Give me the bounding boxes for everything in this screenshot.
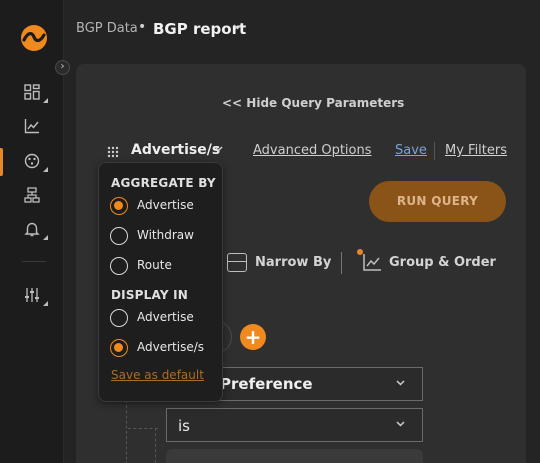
filter-tree-connector — [155, 428, 156, 463]
save-as-default-link[interactable]: Save as default — [111, 368, 204, 382]
link-divider — [434, 142, 435, 160]
chart-icon[interactable] — [24, 118, 48, 138]
chevron-down-icon[interactable] — [396, 419, 405, 430]
chart-line-icon — [362, 253, 382, 272]
add-filter-button[interactable]: + — [240, 324, 266, 350]
filter-field-value: Preference — [220, 375, 313, 393]
display-option-advertise-per-second[interactable]: Advertise/s — [110, 339, 220, 359]
breadcrumb-separator: • — [138, 19, 147, 35]
app-logo[interactable] — [20, 24, 48, 52]
option-label: Advertise/s — [137, 340, 205, 354]
aggregate-option-route[interactable]: Route — [110, 257, 220, 277]
filter-tree-connector — [128, 428, 158, 429]
left-rail: › — [0, 0, 70, 463]
radio-checked-icon[interactable] — [110, 339, 128, 357]
chevron-down-icon[interactable] — [233, 22, 242, 33]
tab-divider — [341, 252, 342, 274]
option-label: Withdraw — [137, 228, 194, 242]
run-query-button[interactable]: RUN QUERY — [369, 181, 506, 222]
aggregate-select[interactable]: Advertise/s — [131, 142, 220, 158]
advanced-options-link[interactable]: Advanced Options — [253, 143, 372, 158]
bell-icon[interactable] — [24, 221, 48, 241]
chevron-down-icon[interactable] — [396, 378, 405, 389]
globe-network-icon[interactable] — [24, 153, 48, 173]
filter-tree-connector — [126, 395, 127, 463]
tab-narrow-by[interactable]: Narrow By — [255, 255, 331, 270]
display-in-heading: DISPLAY IN — [111, 288, 189, 302]
my-filters-link[interactable]: My Filters — [445, 143, 507, 158]
aggregate-by-heading: AGGREGATE BY — [111, 176, 216, 190]
breadcrumb-parent[interactable]: BGP Data — [76, 21, 138, 36]
filter-operator-select[interactable] — [166, 408, 423, 442]
aggregate-option-withdraw[interactable]: Withdraw — [110, 227, 220, 247]
radio-unchecked-icon[interactable] — [110, 227, 128, 245]
narrow-by-icon — [227, 253, 247, 272]
option-label: Advertise — [137, 198, 194, 212]
radio-checked-icon[interactable] — [110, 197, 128, 215]
rail-divider — [22, 261, 46, 262]
dashboard-icon[interactable] — [24, 84, 48, 104]
option-label: Advertise — [137, 310, 194, 324]
hide-query-parameters-button[interactable]: << Hide Query Parameters — [222, 96, 404, 110]
chevron-down-icon[interactable] — [214, 144, 223, 155]
sitemap-icon[interactable] — [24, 187, 48, 207]
radio-unchecked-icon[interactable] — [110, 257, 128, 275]
grid-icon[interactable] — [107, 143, 119, 158]
filter-value-input[interactable] — [166, 449, 423, 463]
filter-operator-value: is — [178, 417, 190, 435]
option-label: Route — [137, 258, 172, 272]
tab-group-order[interactable]: Group & Order — [389, 255, 496, 270]
display-option-advertise[interactable]: Advertise — [110, 309, 220, 329]
aggregate-option-advertise[interactable]: Advertise — [110, 197, 220, 217]
settings-sliders-icon[interactable] — [24, 287, 48, 307]
save-link[interactable]: Save — [395, 143, 427, 158]
active-nav-indicator — [0, 148, 3, 176]
collapse-sidebar-button[interactable]: › — [55, 60, 70, 75]
radio-unchecked-icon[interactable] — [110, 309, 128, 327]
